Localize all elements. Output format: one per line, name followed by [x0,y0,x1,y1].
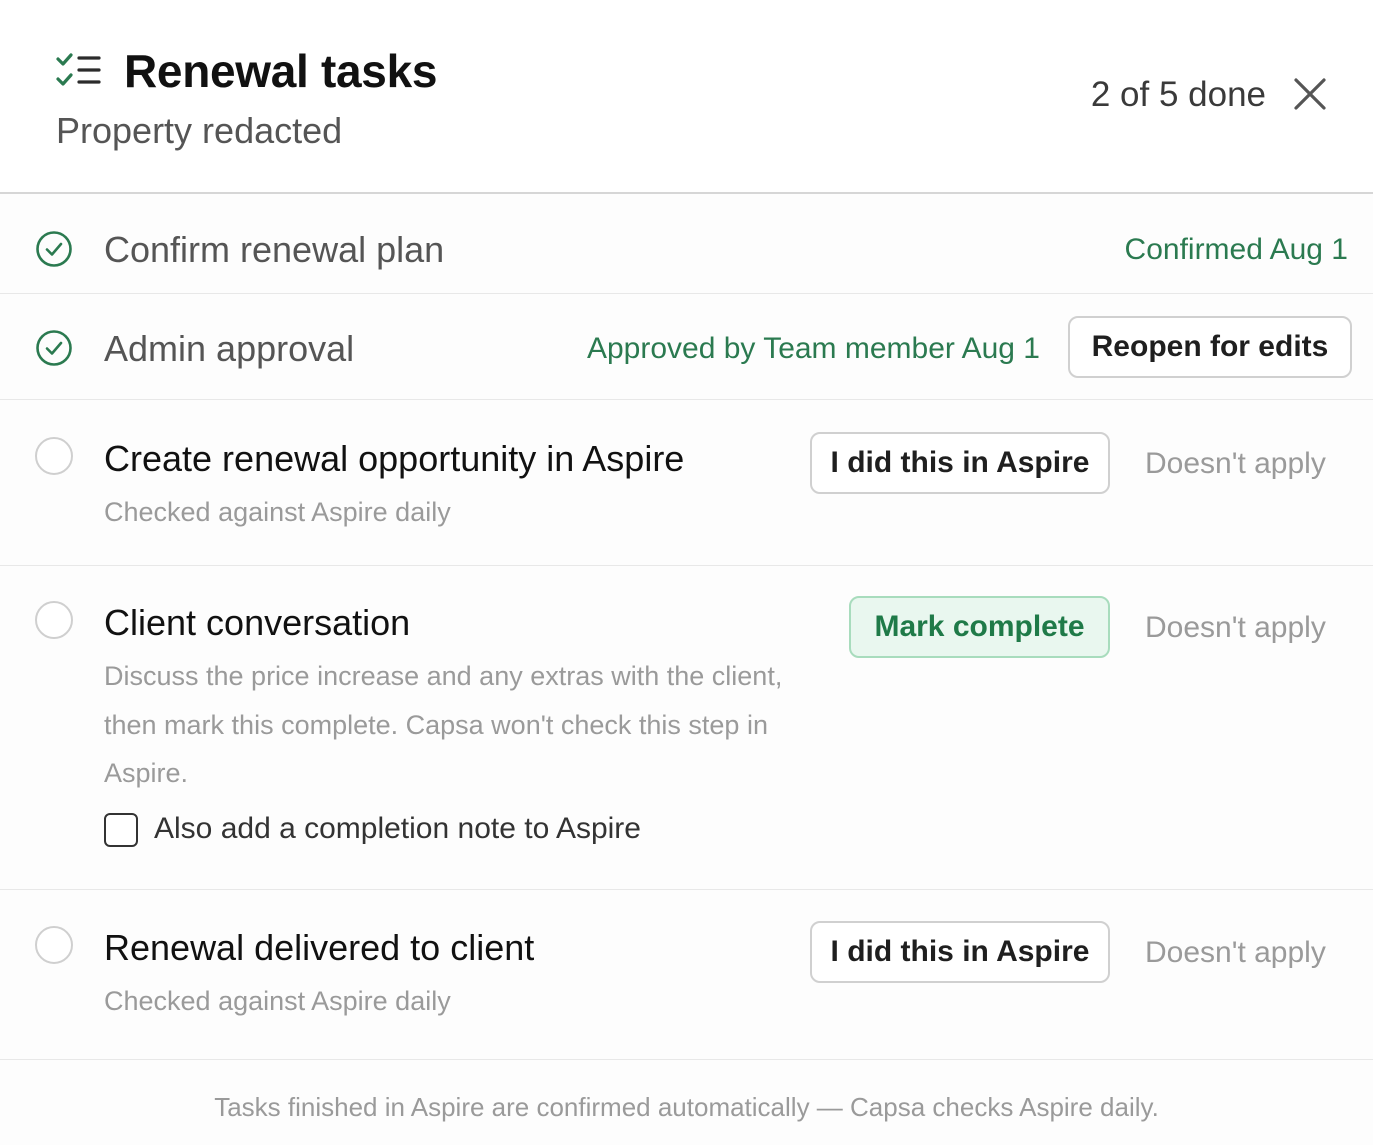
completion-note-label: Also add a completion note to Aspire [154,812,641,845]
renewal-tasks-panel: Renewal tasks Property redacted 2 of 5 d… [0,0,1373,1145]
task-status-circle[interactable] [35,437,73,475]
checklist-icon [56,53,101,86]
property-name: Property redacted [56,110,343,151]
task-title: Client conversation [104,602,411,643]
task-status: Confirmed Aug 1 [1124,233,1348,266]
task-row-confirm-renewal-plan: Confirm renewal plan Confirmed Aug 1 [0,195,1373,294]
reopen-for-edits-button[interactable]: Reopen for edits [1068,316,1352,378]
completed-check-icon [36,330,72,366]
panel-title: Renewal tasks [124,45,438,97]
task-title: Renewal delivered to client [104,927,535,968]
task-row-renewal-delivered: Renewal delivered to client Checked agai… [0,890,1373,1060]
doesnt-apply-link[interactable]: Doesn't apply [1145,447,1326,481]
doesnt-apply-link[interactable]: Doesn't apply [1145,936,1326,970]
task-status: Approved by Team member Aug 1 [586,332,1040,365]
close-icon[interactable] [1292,76,1328,112]
i-did-this-in-aspire-button[interactable]: I did this in Aspire [810,432,1110,494]
task-title: Admin approval [104,328,355,369]
panel-header: Renewal tasks Property redacted 2 of 5 d… [0,0,1373,194]
task-title: Create renewal opportunity in Aspire [104,438,685,479]
footer-note: Tasks finished in Aspire are confirmed a… [214,1092,1159,1122]
completion-note-checkbox[interactable] [104,813,138,847]
progress-counter: 2 of 5 done [1090,75,1266,114]
task-status-circle[interactable] [35,926,73,964]
completed-check-icon [36,231,72,267]
task-subtitle: Checked against Aspire daily [104,986,451,1016]
task-row-create-renewal-opportunity: Create renewal opportunity in Aspire Che… [0,400,1373,566]
doesnt-apply-link[interactable]: Doesn't apply [1145,611,1326,645]
i-did-this-in-aspire-button[interactable]: I did this in Aspire [810,921,1110,983]
task-status-circle[interactable] [35,601,73,639]
task-row-admin-approval: Admin approval Approved by Team member A… [0,294,1373,400]
mark-complete-button[interactable]: Mark complete [849,596,1110,658]
task-title: Confirm renewal plan [104,229,445,270]
task-description: Discuss the price increase and any extra… [104,661,783,788]
task-subtitle: Checked against Aspire daily [104,497,451,527]
